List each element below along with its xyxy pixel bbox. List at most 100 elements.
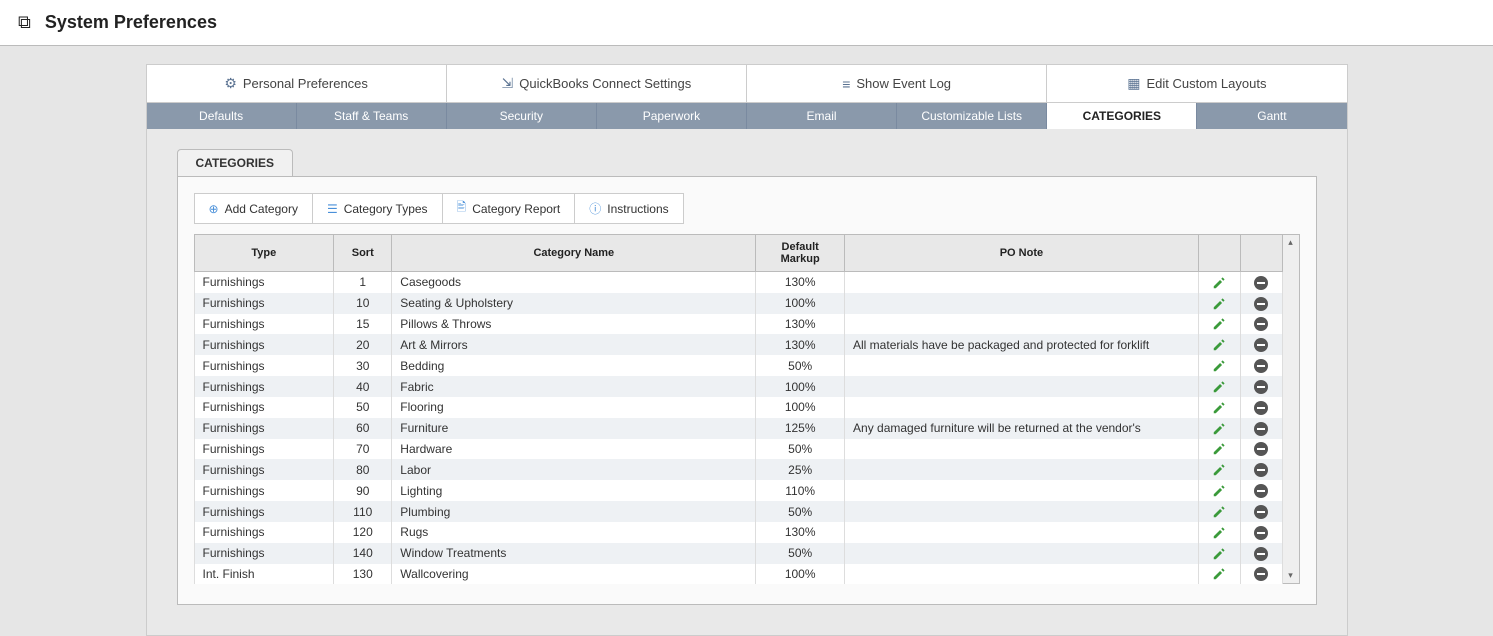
delete-row-button[interactable] (1240, 397, 1282, 418)
pencil-icon (1212, 317, 1226, 331)
toolbar-instructions[interactable]: ⓘInstructions (575, 194, 682, 223)
minus-circle-icon (1254, 422, 1268, 436)
pencil-icon (1212, 462, 1226, 476)
col-header-note[interactable]: PO Note (845, 235, 1199, 272)
cell-note (845, 522, 1199, 543)
edit-row-button[interactable] (1198, 293, 1240, 314)
edit-row-button[interactable] (1198, 397, 1240, 418)
action-edit-custom-layouts[interactable]: ▦Edit Custom Layouts (1047, 65, 1346, 102)
toolbar-category-types[interactable]: ☰Category Types (313, 194, 443, 223)
cell-name: Plumbing (392, 501, 756, 522)
cell-type: Furnishings (194, 355, 334, 376)
action-quickbooks-connect-settings[interactable]: ⇲QuickBooks Connect Settings (447, 65, 747, 102)
delete-row-button[interactable] (1240, 355, 1282, 376)
cell-sort: 15 (334, 314, 392, 335)
delete-row-button[interactable] (1240, 543, 1282, 564)
pencil-icon (1212, 421, 1226, 435)
edit-row-button[interactable] (1198, 439, 1240, 460)
table-row[interactable]: Int. Finish130Wallcovering100% (194, 564, 1282, 585)
table-row[interactable]: Furnishings40Fabric100% (194, 376, 1282, 397)
delete-row-button[interactable] (1240, 418, 1282, 439)
delete-row-button[interactable] (1240, 334, 1282, 355)
tab-categories[interactable]: CATEGORIES (1047, 103, 1197, 129)
cell-name: Seating & Upholstery (392, 293, 756, 314)
table-row[interactable]: Furnishings90Lighting110% (194, 480, 1282, 501)
edit-row-button[interactable] (1198, 480, 1240, 501)
cell-markup: 50% (756, 501, 845, 522)
pencil-icon (1212, 483, 1226, 497)
delete-row-button[interactable] (1240, 522, 1282, 543)
table-row[interactable]: Furnishings50Flooring100% (194, 397, 1282, 418)
delete-row-button[interactable] (1240, 501, 1282, 522)
tab-gantt[interactable]: Gantt (1197, 103, 1346, 129)
edit-row-button[interactable] (1198, 355, 1240, 376)
scroll-down-icon[interactable]: ▾ (1283, 570, 1299, 581)
delete-row-button[interactable] (1240, 272, 1282, 293)
table-row[interactable]: Furnishings10Seating & Upholstery100% (194, 293, 1282, 314)
delete-row-button[interactable] (1240, 314, 1282, 335)
cell-sort: 30 (334, 355, 392, 376)
edit-row-button[interactable] (1198, 314, 1240, 335)
delete-row-button[interactable] (1240, 439, 1282, 460)
tab-customizable-lists[interactable]: Customizable Lists (897, 103, 1047, 129)
edit-row-button[interactable] (1198, 522, 1240, 543)
table-row[interactable]: Furnishings30Bedding50% (194, 355, 1282, 376)
tab-email[interactable]: Email (747, 103, 897, 129)
action-label: Show Event Log (856, 76, 951, 91)
edit-row-button[interactable] (1198, 334, 1240, 355)
minus-circle-icon (1254, 547, 1268, 561)
primary-tabs: DefaultsStaff & TeamsSecurityPaperworkEm… (147, 103, 1347, 129)
cell-sort: 1 (334, 272, 392, 293)
delete-row-button[interactable] (1240, 459, 1282, 480)
toolbar-add-category[interactable]: ⊕Add Category (195, 194, 313, 223)
table-row[interactable]: Furnishings1Casegoods130% (194, 272, 1282, 293)
minus-circle-icon (1254, 505, 1268, 519)
edit-row-button[interactable] (1198, 418, 1240, 439)
delete-row-button[interactable] (1240, 376, 1282, 397)
tab-staff-teams[interactable]: Staff & Teams (297, 103, 447, 129)
edit-row-button[interactable] (1198, 501, 1240, 522)
action-personal-preferences[interactable]: ⚙ Personal Preferences (147, 65, 447, 102)
col-header-sort[interactable]: Sort (334, 235, 392, 272)
toolbar-label: Category Types (344, 202, 428, 216)
popout-icon[interactable]: ⧉ (18, 12, 31, 33)
edit-row-button[interactable] (1198, 564, 1240, 585)
pencil-icon (1212, 379, 1226, 393)
table-row[interactable]: Furnishings120Rugs130% (194, 522, 1282, 543)
table-row[interactable]: Furnishings80Labor25% (194, 459, 1282, 480)
edit-row-button[interactable] (1198, 272, 1240, 293)
subtab-categories[interactable]: CATEGORIES (177, 149, 293, 176)
cell-sort: 140 (334, 543, 392, 564)
tab-security[interactable]: Security (447, 103, 597, 129)
delete-row-button[interactable] (1240, 564, 1282, 585)
action-label: Personal Preferences (243, 76, 368, 91)
edit-row-button[interactable] (1198, 543, 1240, 564)
cell-note (845, 376, 1199, 397)
tab-paperwork[interactable]: Paperwork (597, 103, 747, 129)
table-row[interactable]: Furnishings140Window Treatments50% (194, 543, 1282, 564)
table-scrollbar[interactable]: ▴ ▾ (1283, 234, 1300, 584)
tab-defaults[interactable]: Defaults (147, 103, 297, 129)
gear-icon: ⚙ (224, 75, 237, 92)
action-show-event-log[interactable]: ≡Show Event Log (747, 65, 1047, 102)
cell-sort: 10 (334, 293, 392, 314)
table-row[interactable]: Furnishings110Plumbing50% (194, 501, 1282, 522)
col-header-name[interactable]: Category Name (392, 235, 756, 272)
table-row[interactable]: Furnishings60Furniture125%Any damaged fu… (194, 418, 1282, 439)
edit-row-button[interactable] (1198, 459, 1240, 480)
cell-markup: 50% (756, 543, 845, 564)
minus-circle-icon (1254, 484, 1268, 498)
toolbar-category-report[interactable]: 🖹Category Report (443, 194, 576, 223)
cell-sort: 110 (334, 501, 392, 522)
edit-row-button[interactable] (1198, 376, 1240, 397)
delete-row-button[interactable] (1240, 480, 1282, 501)
scroll-up-icon[interactable]: ▴ (1283, 237, 1299, 248)
table-row[interactable]: Furnishings20Art & Mirrors130%All materi… (194, 334, 1282, 355)
delete-row-button[interactable] (1240, 293, 1282, 314)
col-header-edit (1198, 235, 1240, 272)
col-header-type[interactable]: Type (194, 235, 334, 272)
info-icon: ⓘ (589, 200, 601, 217)
col-header-markup[interactable]: Default Markup (756, 235, 845, 272)
table-row[interactable]: Furnishings15Pillows & Throws130% (194, 314, 1282, 335)
table-row[interactable]: Furnishings70Hardware50% (194, 439, 1282, 460)
